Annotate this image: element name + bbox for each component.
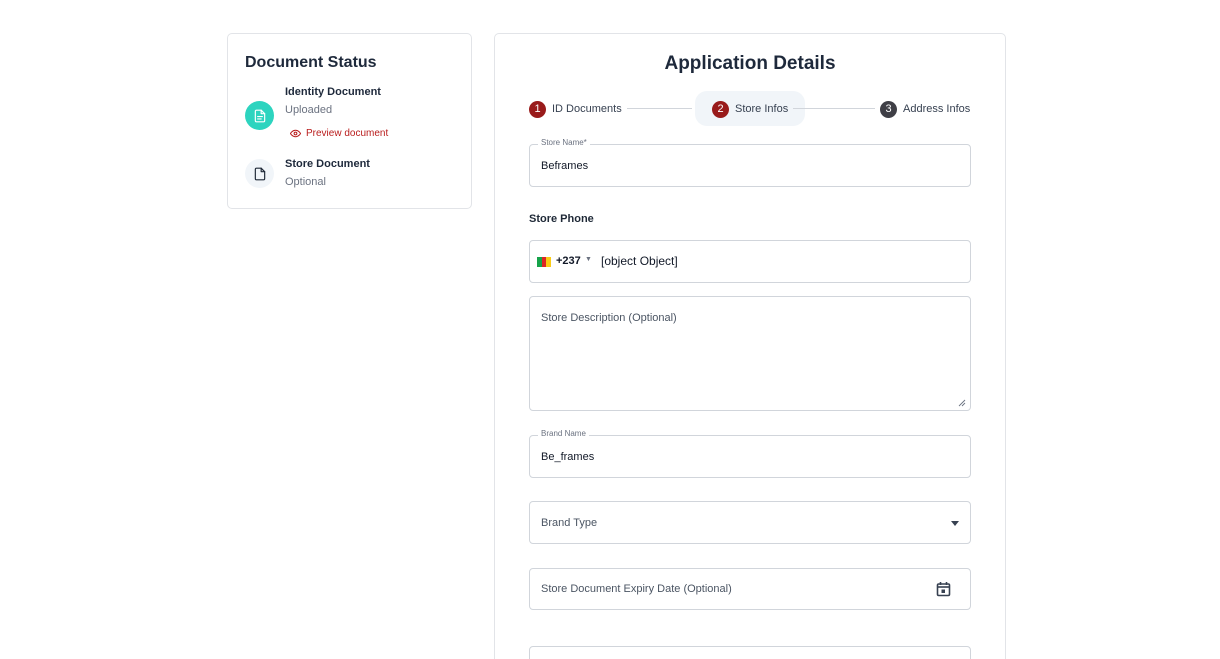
store-document-expiry-field[interactable]: Store Document Expiry Date (Optional) bbox=[529, 568, 971, 610]
document-status-card: Document Status Identity Document Upload… bbox=[227, 33, 472, 209]
step-label: Address Infos bbox=[903, 103, 971, 115]
identity-document-name: Identity Document bbox=[285, 86, 381, 98]
step-label: Store Infos bbox=[735, 103, 789, 115]
store-document-name: Store Document bbox=[285, 158, 370, 170]
step-number: 2 bbox=[712, 100, 729, 118]
country-code[interactable]: +237 bbox=[556, 255, 581, 267]
document-outline-icon bbox=[245, 159, 274, 188]
store-name-label: Store Name* bbox=[538, 138, 590, 147]
step-store-infos[interactable]: 2 Store Infos bbox=[712, 100, 788, 118]
brand-type-placeholder: Brand Type bbox=[541, 517, 598, 529]
identity-document-status: Uploaded bbox=[285, 104, 333, 116]
store-phone-value: [object Object] bbox=[601, 254, 678, 268]
store-description-field[interactable]: Store Description (Optional) bbox=[529, 296, 971, 411]
step-id-documents[interactable]: 1 ID Documents bbox=[529, 100, 622, 118]
cameroon-flag-icon[interactable] bbox=[537, 257, 552, 267]
store-document-status: Optional bbox=[285, 176, 326, 188]
store-phone-label: Store Phone bbox=[529, 213, 594, 225]
application-details-card: Application Details 1 ID Documents 2 Sto… bbox=[494, 33, 1006, 659]
eye-icon bbox=[290, 129, 301, 138]
resize-handle-icon[interactable] bbox=[958, 399, 966, 407]
brand-name-value: Be_frames bbox=[541, 451, 595, 463]
dropdown-arrow-icon[interactable] bbox=[951, 521, 959, 526]
document-filled-icon bbox=[245, 101, 274, 130]
stepper-connector bbox=[627, 108, 692, 109]
chevron-down-icon[interactable]: ▼ bbox=[585, 256, 592, 263]
brand-name-label: Brand Name bbox=[538, 429, 589, 438]
step-address-infos[interactable]: 3 Address Infos bbox=[880, 100, 970, 118]
document-status-title: Document Status bbox=[245, 54, 377, 71]
step-number: 1 bbox=[529, 100, 546, 118]
store-name-value: Beframes bbox=[541, 160, 589, 172]
stepper-connector bbox=[793, 108, 875, 109]
store-phone-field[interactable]: +237 ▼ [object Object] bbox=[529, 240, 971, 283]
next-field[interactable] bbox=[529, 646, 971, 659]
store-document-expiry-placeholder: Store Document Expiry Date (Optional) bbox=[541, 583, 732, 595]
store-name-field[interactable]: Store Name* Beframes bbox=[529, 138, 971, 187]
brand-type-select[interactable]: Brand Type bbox=[529, 501, 971, 544]
application-details-title: Application Details bbox=[664, 53, 836, 74]
brand-name-field[interactable]: Brand Name Be_frames bbox=[529, 429, 971, 478]
step-number: 3 bbox=[880, 100, 897, 118]
preview-document-label: Preview document bbox=[306, 128, 389, 139]
store-description-placeholder: Store Description (Optional) bbox=[541, 312, 677, 324]
preview-document-link[interactable]: Preview document bbox=[290, 128, 388, 139]
calendar-icon[interactable] bbox=[936, 581, 951, 597]
step-label: ID Documents bbox=[552, 103, 622, 115]
